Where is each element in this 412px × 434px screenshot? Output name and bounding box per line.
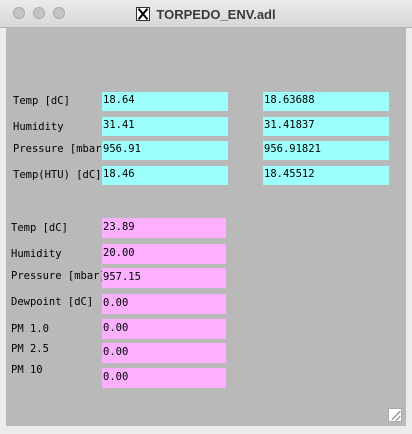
temp2-value-field: 23.89	[102, 218, 226, 238]
pm10-label: PM 10	[11, 364, 43, 376]
title-wrap: TORPEDO_ENV.adl	[0, 0, 412, 28]
temp-label: Temp [dC]	[13, 95, 70, 107]
temp-htu-raw-field: 18.45512	[263, 166, 389, 185]
pm1-value-field: 0.00	[102, 319, 226, 339]
dewpoint-value-field: 0.00	[102, 294, 226, 314]
pressure2-label: Pressure [mbar]	[11, 270, 106, 282]
temp2-label: Temp [dC]	[11, 222, 68, 234]
humidity-raw-field: 31.41837	[263, 117, 389, 136]
pm10-value-field: 0.00	[102, 368, 226, 388]
pressure-raw-field: 956.91821	[263, 141, 389, 160]
dewpoint-label: Dewpoint [dC]	[11, 296, 94, 308]
pm1-label: PM 1.0	[11, 323, 49, 335]
x11-app-icon	[136, 7, 151, 21]
resize-grip-icon[interactable]	[388, 408, 402, 422]
pm25-label: PM 2.5	[11, 343, 49, 355]
humidity-label: Humidity	[13, 121, 64, 133]
pressure2-value-field: 957.15	[102, 268, 226, 288]
pressure-value-field: 956.91	[102, 141, 228, 160]
temp-value-field: 18.64	[102, 92, 228, 111]
humidity2-label: Humidity	[11, 248, 62, 260]
display-canvas: Temp [dC] 18.64 18.63688 Humidity 31.41 …	[6, 28, 406, 426]
pm25-value-field: 0.00	[102, 343, 226, 363]
temp-raw-field: 18.63688	[263, 92, 389, 111]
humidity2-value-field: 20.00	[102, 244, 226, 264]
temp-htu-value-field: 18.46	[102, 166, 228, 185]
humidity-value-field: 31.41	[102, 117, 228, 136]
pressure-label: Pressure [mbar]	[13, 143, 108, 155]
temp-htu-label: Temp(HTU) [dC]	[13, 169, 102, 181]
window-titlebar[interactable]: TORPEDO_ENV.adl	[0, 0, 412, 28]
window-title: TORPEDO_ENV.adl	[156, 6, 276, 22]
